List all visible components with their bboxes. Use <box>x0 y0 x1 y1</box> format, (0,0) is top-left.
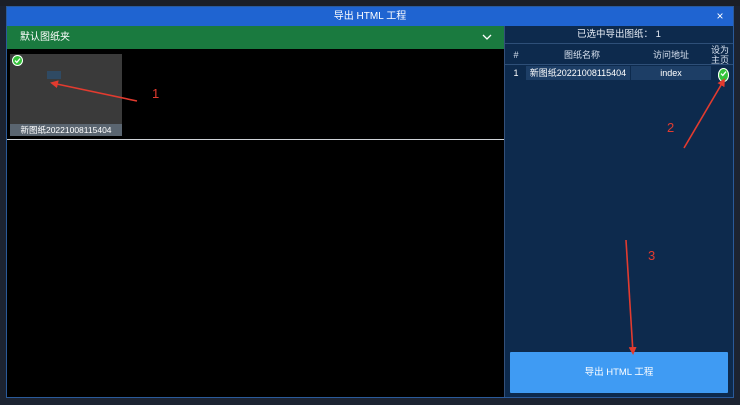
dialog-titlebar: 导出 HTML 工程 × <box>7 7 733 26</box>
thumbnail-preview <box>47 71 61 79</box>
selection-count: 1 <box>655 29 661 40</box>
row-name: 新图纸20221008115404 <box>526 66 630 80</box>
drawing-thumbnail[interactable]: 新图纸20221008115404 <box>10 54 122 136</box>
homepage-check-icon[interactable] <box>718 68 729 82</box>
annotation-step-1: 1 <box>152 86 160 101</box>
dialog-title: 导出 HTML 工程 <box>333 11 407 22</box>
table-header: # 图纸名称 访问地址 设为 主页 <box>505 43 733 65</box>
row-index: 1 <box>513 68 519 78</box>
annotation-step-2: 2 <box>667 120 675 135</box>
col-address: 访问地址 <box>652 50 689 60</box>
annotation-step-3: 3 <box>648 248 656 263</box>
export-html-dialog: 导出 HTML 工程 × 默认图纸夹 新图纸20221008115404 已选中… <box>6 6 734 398</box>
thumbnail-label: 新图纸20221008115404 <box>10 124 122 136</box>
col-homepage-line1: 设为 <box>710 45 729 55</box>
check-icon[interactable] <box>12 55 23 66</box>
chevron-down-icon[interactable] <box>482 26 492 49</box>
export-list-panel: 已选中导出图纸： 1 # 图纸名称 访问地址 设为 主页 1 新图纸202210… <box>504 26 733 397</box>
col-homepage-line2: 主页 <box>710 55 729 65</box>
divider <box>7 139 504 140</box>
col-index: # <box>513 50 519 60</box>
col-name: 图纸名称 <box>563 50 600 60</box>
selection-summary: 已选中导出图纸： 1 <box>505 26 733 43</box>
folder-name: 默认图纸夹 <box>20 32 70 43</box>
selection-label: 已选中导出图纸： <box>577 29 654 40</box>
table-row[interactable]: 1 新图纸20221008115404 index <box>505 66 733 82</box>
export-html-button[interactable]: 导出 HTML 工程 <box>510 352 728 393</box>
folder-header[interactable]: 默认图纸夹 <box>7 26 504 49</box>
drawing-browser: 默认图纸夹 新图纸20221008115404 <box>7 26 504 397</box>
row-address[interactable]: index <box>631 66 711 80</box>
col-homepage: 设为 主页 <box>707 44 733 67</box>
close-icon[interactable]: × <box>713 7 727 26</box>
